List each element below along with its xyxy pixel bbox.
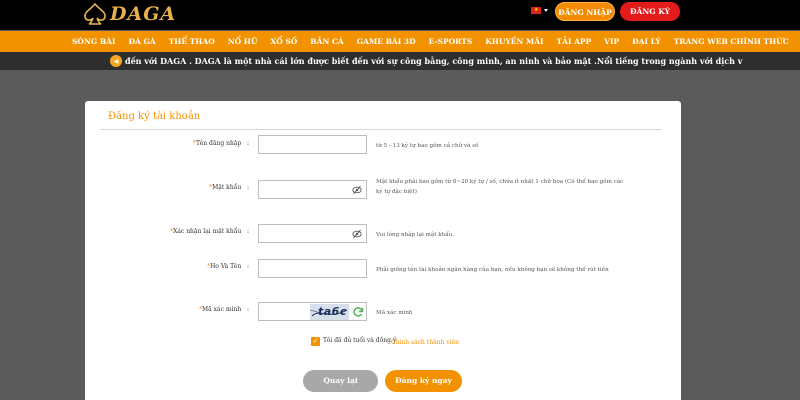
captcha-image: ta6c	[310, 304, 349, 320]
nav-item-slots[interactable]: NỔ HŨ	[228, 37, 258, 46]
confirm-password-input[interactable]	[258, 224, 367, 243]
nav-item-fishing[interactable]: BẮN CÁ	[310, 37, 343, 46]
registration-card: Đăng ký tài khoản *Tên đăng nhập : từ 5 …	[85, 101, 681, 400]
password-label: *Mật khẩu :	[209, 184, 249, 191]
top-header: DAGA ĐĂNG NHẬP ĐĂNG KÝ	[0, 0, 800, 30]
refresh-icon[interactable]	[352, 306, 364, 318]
nav-item-3d-cards[interactable]: GAME BÀI 3D	[357, 37, 416, 46]
password-hint: Mật khẩu phải bao gồm từ 8~20 ký tự / số…	[376, 179, 624, 195]
captcha-label: *Mã xác minh :	[199, 306, 249, 313]
vietnam-flag-icon	[531, 6, 541, 14]
fullname-hint: Phải giống tên tài khoản ngân hàng của b…	[376, 267, 609, 273]
nav-item-lottery[interactable]: XỔ SỐ	[270, 37, 297, 46]
captcha-hint: Mã xác minh	[376, 310, 413, 316]
form-title: Đăng ký tài khoản	[108, 111, 201, 122]
confirm-password-hint: Vui lòng nhập lại mật khẩu.	[376, 232, 455, 238]
member-policy-link[interactable]: Chính sách thành viên	[391, 339, 459, 346]
nav-item-app[interactable]: TẢI APP	[557, 37, 592, 46]
nav-item-agent[interactable]: ĐẠI LÝ	[632, 37, 661, 46]
agree-text: Tôi đã đủ tuổi và đồng ý	[323, 337, 397, 344]
language-selector[interactable]	[531, 6, 548, 14]
logo-text: DAGA	[110, 3, 177, 25]
register-button[interactable]: ĐĂNG KÝ	[620, 2, 680, 21]
captcha-input[interactable]: ta6c	[258, 302, 367, 321]
announcement-text: đến với DAGA . DAGA là một nhà cái lớn đ…	[125, 56, 743, 66]
username-input[interactable]	[258, 135, 367, 154]
nav-item-official-site[interactable]: TRANG WEB CHÍNH THỨC	[674, 37, 789, 46]
eye-slash-icon[interactable]	[352, 229, 362, 239]
nav-item-sports[interactable]: THỂ THAO	[169, 37, 215, 46]
login-button[interactable]: ĐĂNG NHẬP	[555, 2, 615, 21]
username-hint: từ 5 - 13 ký tự bao gồm cả chữ và số	[376, 143, 479, 149]
username-label: *Tên đăng nhập :	[193, 140, 249, 147]
title-divider	[100, 129, 661, 130]
nav-item-casino[interactable]: SÒNG BÀI	[72, 37, 116, 46]
back-button[interactable]: Quay lại	[303, 370, 378, 392]
chevron-down-icon	[544, 9, 548, 12]
daga-logo[interactable]: DAGA	[82, 2, 176, 26]
announcement-bar: ◀ đến với DAGA . DAGA là một nhà cái lớn…	[0, 52, 800, 70]
eye-slash-icon[interactable]	[352, 185, 362, 195]
confirm-password-label: *Xác nhận lại mật khẩu :	[170, 228, 249, 235]
fullname-input[interactable]	[258, 259, 367, 278]
spade-logo-icon	[84, 3, 106, 25]
nav-item-cockfight[interactable]: ĐÁ GÀ	[129, 37, 156, 46]
fullname-label: *Họ Và Tên :	[207, 263, 249, 270]
register-now-button[interactable]: Đăng ký ngay	[385, 370, 462, 392]
main-nav: SÒNG BÀI ĐÁ GÀ THỂ THAO NỔ HŨ XỔ SỐ BẮN …	[0, 31, 800, 52]
agree-checkbox[interactable]: ✓	[311, 337, 320, 346]
captcha-text: ta6c	[318, 305, 347, 318]
nav-item-esports[interactable]: E-SPORTS	[429, 37, 473, 46]
password-input[interactable]	[258, 180, 367, 199]
nav-item-promotions[interactable]: KHUYẾN MÃI	[485, 37, 543, 46]
nav-item-vip[interactable]: VIP	[604, 37, 619, 46]
speaker-icon: ◀	[110, 55, 122, 67]
